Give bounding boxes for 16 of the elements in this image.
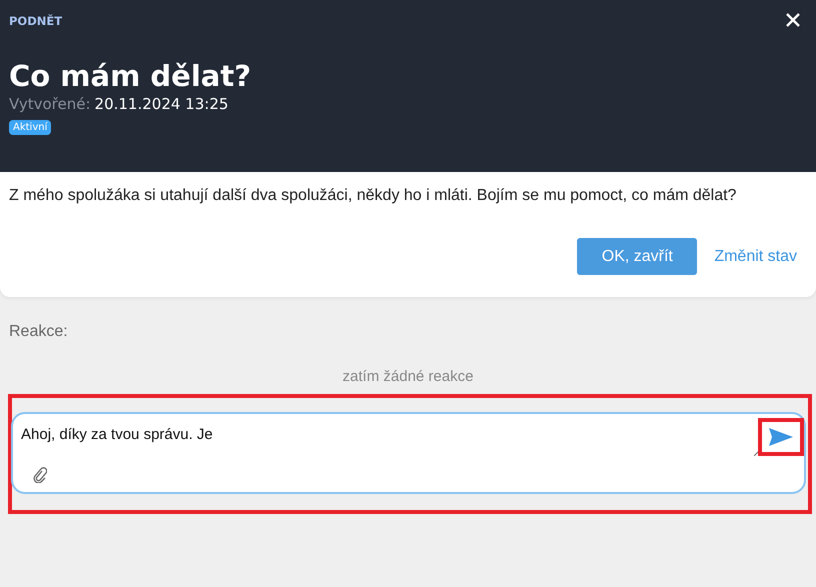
category-label: PODNĚT [9, 14, 62, 28]
empty-reactions-text: zatím žádné reakce [342, 368, 474, 385]
send-icon[interactable] [769, 428, 793, 446]
reactions-label: Reakce: [9, 323, 69, 341]
message-text: Z mého spolužáka si utahují další dva spolužáci, někdy ho i mláti. Bojím se mu pomoct, co mám dělat? [9, 186, 738, 206]
resize-grip-icon[interactable] [754, 450, 760, 456]
ticket-title: Co mám dělat? [9, 58, 252, 94]
created-date: 20.11.2024 13:25 [94, 95, 228, 113]
close-button[interactable]: OK, zavřít [577, 238, 698, 275]
change-status-link[interactable]: Změnit stav [714, 248, 797, 266]
created-label: Vytvořené: [9, 95, 91, 113]
reply-text: Ahoj, díky za tvou správu. Je [21, 426, 213, 443]
status-badge: Aktivní [9, 120, 52, 135]
close-icon[interactable] [785, 12, 801, 28]
paperclip-icon[interactable] [33, 467, 47, 483]
reply-field[interactable]: Ahoj, díky za tvou správu. Je [11, 412, 806, 494]
